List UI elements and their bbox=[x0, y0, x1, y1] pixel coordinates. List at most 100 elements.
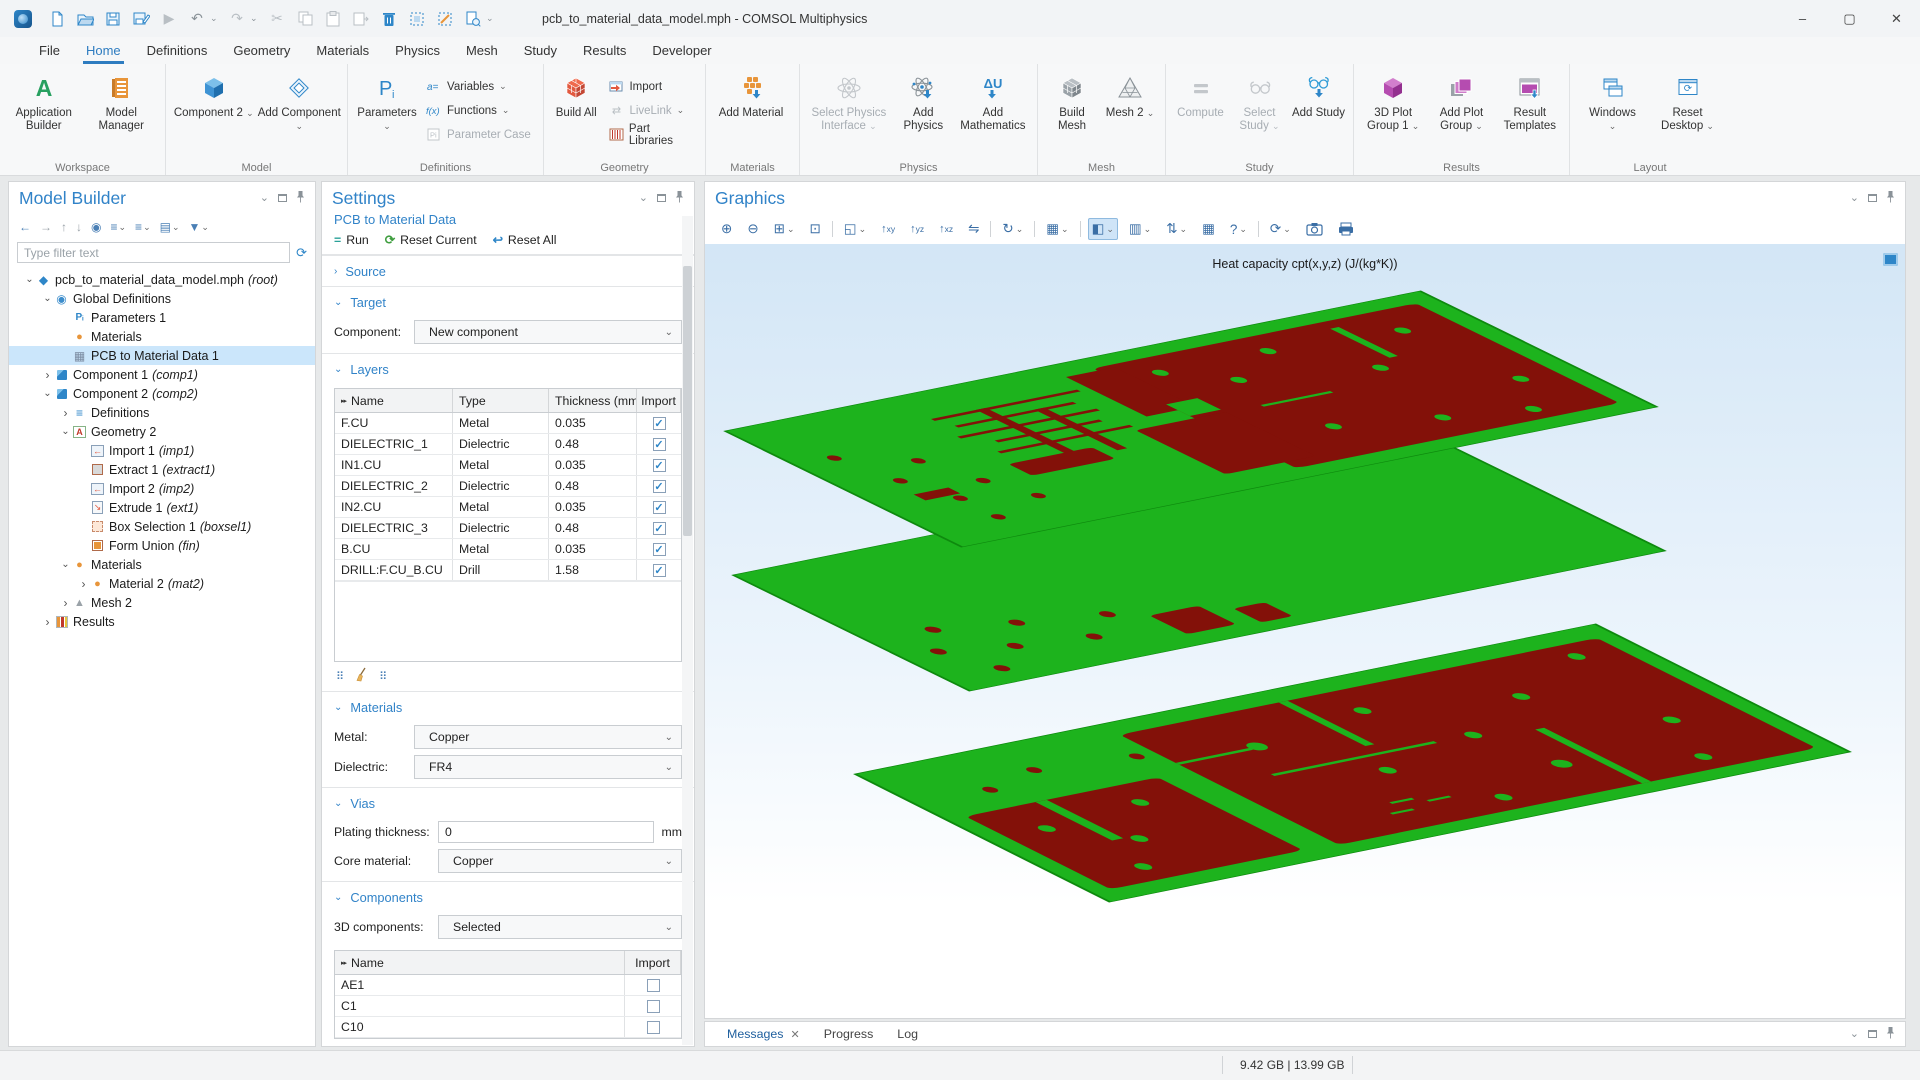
zoom-box-icon[interactable]: ⊞⌄ bbox=[770, 218, 799, 240]
run-button[interactable]: =Run bbox=[334, 233, 369, 247]
panel-float-icon[interactable] bbox=[278, 194, 287, 202]
import-checkbox[interactable] bbox=[653, 459, 666, 472]
import-checkbox[interactable] bbox=[653, 522, 666, 535]
tree-item[interactable]: PCB to Material Data 1 bbox=[9, 346, 315, 365]
layer-row[interactable]: IN1.CU Metal 0.035 bbox=[335, 455, 681, 476]
flip-view-icon[interactable]: ⇋ bbox=[964, 218, 983, 240]
part-libraries-button[interactable]: Part Libraries bbox=[604, 124, 699, 145]
tree-expander-icon[interactable] bbox=[41, 615, 54, 629]
tree-expander-icon[interactable] bbox=[77, 577, 90, 591]
run-icon[interactable]: ▶ bbox=[158, 7, 180, 31]
tree-item[interactable]: Materials bbox=[9, 555, 315, 574]
menu-tab[interactable]: File bbox=[26, 39, 73, 64]
maximize-icon[interactable]: ▢ bbox=[1826, 0, 1873, 37]
import-checkbox[interactable] bbox=[653, 417, 666, 430]
section-layers[interactable]: ⌄Layers bbox=[322, 353, 694, 384]
import-checkbox[interactable] bbox=[653, 543, 666, 556]
copy-icon[interactable] bbox=[294, 7, 316, 31]
application-builder-button[interactable]: A Application Builder bbox=[6, 70, 82, 133]
build-mesh-button[interactable]: Build Mesh bbox=[1044, 70, 1100, 133]
undo-caret-icon[interactable]: ⌄ bbox=[210, 13, 220, 24]
select-box-icon[interactable] bbox=[406, 7, 428, 31]
add-material-button[interactable]: Add Material bbox=[712, 70, 790, 120]
save-as-icon[interactable] bbox=[130, 7, 152, 31]
add-physics-button[interactable]: Add Physics bbox=[894, 70, 953, 133]
parameter-case-button[interactable]: PiParameter Case bbox=[422, 124, 535, 145]
menu-tab[interactable]: Geometry bbox=[220, 39, 303, 64]
tree-expander-icon[interactable] bbox=[59, 406, 72, 420]
import-checkbox[interactable] bbox=[653, 564, 666, 577]
tree-item[interactable]: Materials bbox=[9, 327, 315, 346]
new-file-icon[interactable] bbox=[46, 7, 68, 31]
3d-components-select[interactable]: Selected bbox=[438, 915, 682, 939]
snapshot-icon[interactable] bbox=[1302, 219, 1327, 239]
menu-tab[interactable]: Developer bbox=[639, 39, 724, 64]
open-icon[interactable] bbox=[74, 7, 96, 31]
panel-pin-icon[interactable] bbox=[1886, 1026, 1895, 1042]
add-component-button[interactable]: Add Component ⌄ bbox=[258, 70, 342, 133]
help-icon[interactable]: ?⌄ bbox=[1226, 219, 1251, 240]
clear-selection-icon[interactable] bbox=[434, 7, 456, 31]
menu-tab[interactable]: Home bbox=[73, 39, 134, 64]
tree-item[interactable]: Material 2 (mat2) bbox=[9, 574, 315, 593]
view-xz-icon[interactable]: ↑xz bbox=[935, 220, 957, 238]
layer-row[interactable]: DIELECTRIC_2 Dielectric 0.48 bbox=[335, 476, 681, 497]
layer-row[interactable]: DIELECTRIC_1 Dielectric 0.48 bbox=[335, 434, 681, 455]
variables-button[interactable]: a=Variables ⌄ bbox=[422, 76, 535, 97]
mesh-2-button[interactable]: Mesh 2 ⌄ bbox=[1102, 70, 1158, 120]
panel-menu-icon[interactable]: ⌄ bbox=[1850, 1029, 1859, 1040]
grid-icon[interactable]: ▦ bbox=[1198, 218, 1219, 240]
component-select[interactable]: New component bbox=[414, 320, 682, 344]
more-icon[interactable]: ⌄ bbox=[486, 13, 496, 24]
import-checkbox[interactable] bbox=[647, 979, 660, 992]
tree-item[interactable]: Import 2 (imp2) bbox=[9, 479, 315, 498]
duplicate-icon[interactable] bbox=[350, 7, 372, 31]
tree-expander-icon[interactable] bbox=[41, 388, 54, 399]
collapse-all-icon[interactable]: ≡⌄ bbox=[135, 220, 151, 234]
plot-group-button[interactable]: 3D Plot Group 1 ⌄ bbox=[1360, 70, 1426, 133]
view-yz-icon[interactable]: ↑yz bbox=[906, 220, 928, 238]
filter-icon[interactable]: ▼⌄ bbox=[189, 220, 209, 234]
tree-item[interactable]: Extrude 1 (ext1) bbox=[9, 498, 315, 517]
graphics-canvas[interactable]: Heat capacity cpt(x,y,z) (J/(kg*K)) bbox=[705, 244, 1905, 1019]
plating-thickness-input[interactable] bbox=[438, 821, 654, 843]
tree-expander-icon[interactable] bbox=[59, 426, 72, 437]
build-all-button[interactable]: Build All bbox=[550, 70, 602, 120]
update-icon[interactable]: ⟳⌄ bbox=[1266, 218, 1295, 240]
refresh-icon[interactable]: ⟳ bbox=[296, 245, 307, 261]
import-checkbox[interactable] bbox=[653, 501, 666, 514]
menu-tab[interactable]: Mesh bbox=[453, 39, 511, 64]
panel-menu-icon[interactable]: ⌄ bbox=[1850, 193, 1859, 204]
report-icon[interactable] bbox=[462, 7, 484, 31]
tree-item[interactable]: Component 1 (comp1) bbox=[9, 365, 315, 384]
add-study-button[interactable]: Add Study bbox=[1290, 70, 1347, 120]
panel-float-icon[interactable] bbox=[657, 194, 666, 202]
tree-item[interactable]: Definitions bbox=[9, 403, 315, 422]
redo-icon[interactable]: ↷ bbox=[226, 7, 248, 31]
forward-icon[interactable]: → bbox=[40, 220, 52, 234]
import-checkbox[interactable] bbox=[653, 480, 666, 493]
tab-log[interactable]: Log bbox=[885, 1023, 930, 1045]
layer-row[interactable]: IN2.CU Metal 0.035 bbox=[335, 497, 681, 518]
core-material-select[interactable]: Copper bbox=[438, 849, 682, 873]
menu-tab[interactable]: Definitions bbox=[134, 39, 221, 64]
pcb-3d-scene[interactable] bbox=[705, 244, 1905, 1019]
component-row[interactable]: AE1 bbox=[335, 975, 681, 996]
menu-tab[interactable]: Materials bbox=[303, 39, 382, 64]
go-to-default-view-icon[interactable]: ◱⌄ bbox=[840, 218, 870, 240]
tree-item[interactable]: Extract 1 (extract1) bbox=[9, 460, 315, 479]
tree-item[interactable]: Component 2 (comp2) bbox=[9, 384, 315, 403]
functions-button[interactable]: f(x)Functions ⌄ bbox=[422, 100, 535, 121]
move-down-icon[interactable]: ↓ bbox=[76, 220, 82, 234]
close-icon[interactable]: ✕ bbox=[1873, 0, 1920, 37]
tree-expander-icon[interactable] bbox=[41, 368, 54, 382]
appearance-icon[interactable]: ▥⌄ bbox=[1125, 218, 1155, 240]
paste-icon[interactable] bbox=[322, 7, 344, 31]
panel-pin-icon[interactable] bbox=[1886, 190, 1895, 206]
scrollbar-thumb[interactable] bbox=[683, 266, 692, 536]
menu-tab[interactable]: Physics bbox=[382, 39, 453, 64]
windows-button[interactable]: Windows⌄ bbox=[1576, 70, 1649, 133]
back-icon[interactable]: ← bbox=[19, 220, 31, 234]
component-row[interactable]: C1 bbox=[335, 996, 681, 1017]
reset-desktop-button[interactable]: ⟳ Reset Desktop ⌄ bbox=[1651, 70, 1724, 133]
